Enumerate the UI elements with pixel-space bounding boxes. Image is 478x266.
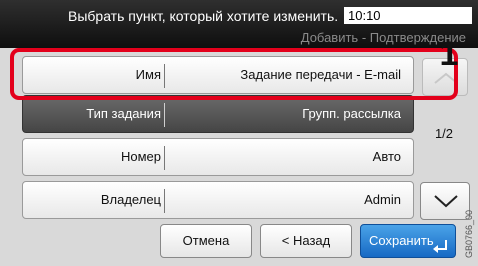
row-number[interactable]: Номер Авто	[22, 138, 414, 176]
row-value: Групп. рассылка	[302, 106, 401, 121]
save-button[interactable]: Сохранить	[360, 224, 456, 258]
page-indicator: 1/2	[434, 126, 454, 141]
instruction-text: Выбрать пункт, который хотите изменить.	[68, 8, 339, 24]
row-label: Владелец	[100, 192, 161, 207]
back-button[interactable]: < Назад	[260, 224, 352, 258]
figure-code: GB0766_00	[464, 209, 474, 258]
clock-time: 10:10	[348, 8, 381, 23]
row-label: Номер	[120, 149, 161, 164]
row-divider	[164, 103, 165, 127]
cancel-label: Отмена	[182, 233, 230, 248]
row-value: Admin	[364, 192, 401, 207]
highlight-frame	[10, 48, 458, 100]
row-owner[interactable]: Владелец Admin	[22, 181, 414, 219]
row-divider	[164, 189, 165, 213]
clock-box: 10:10	[344, 7, 472, 24]
row-value: Авто	[372, 149, 401, 164]
chevron-down-icon	[434, 195, 458, 208]
row-label: Тип задания	[86, 106, 161, 121]
back-label: < Назад	[281, 233, 331, 248]
scroll-down-button[interactable]	[420, 182, 470, 220]
header-bar: Выбрать пункт, который хотите изменить. …	[0, 0, 478, 48]
cancel-button[interactable]: Отмена	[160, 224, 252, 258]
row-job-type[interactable]: Тип задания Групп. рассылка	[22, 95, 414, 133]
row-divider	[164, 146, 165, 170]
callout-number: 1	[439, 35, 459, 73]
enter-icon	[433, 240, 447, 253]
